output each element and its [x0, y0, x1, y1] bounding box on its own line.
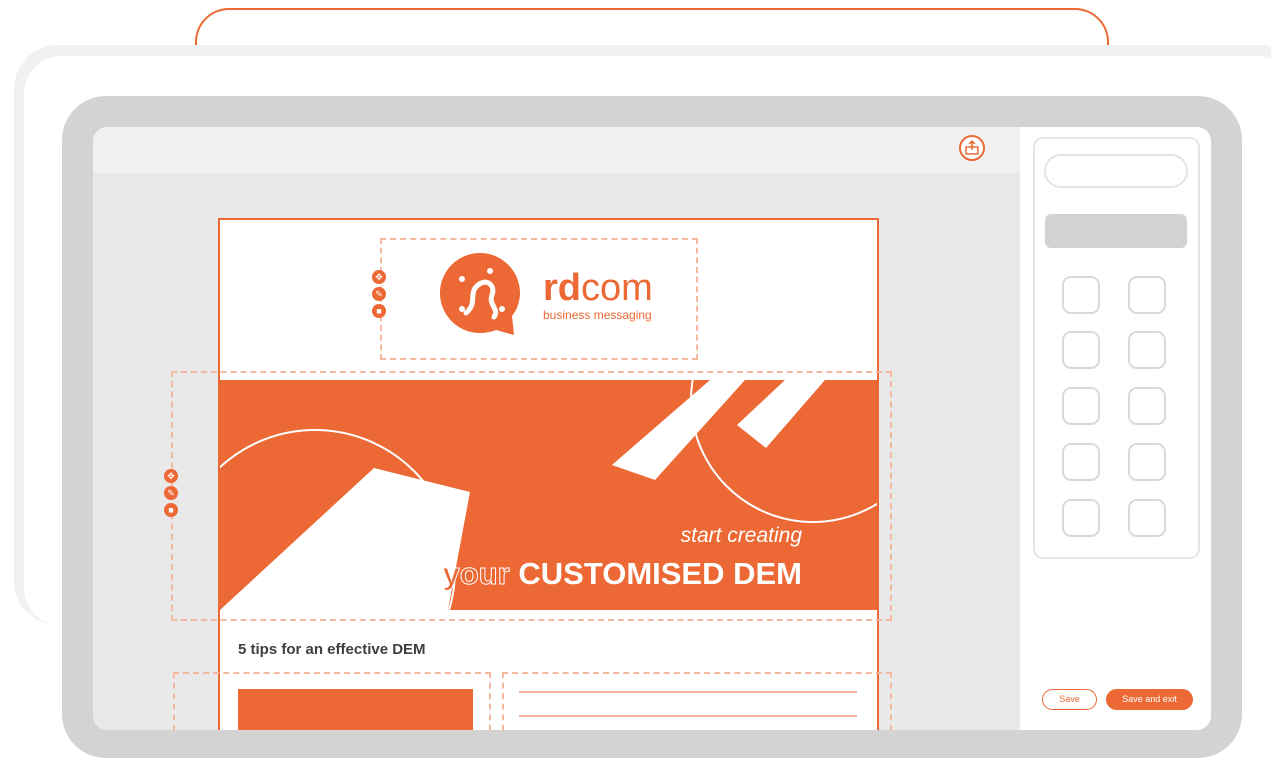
widget-tile[interactable]	[1128, 331, 1166, 369]
widget-tile[interactable]	[1128, 499, 1166, 537]
edit-icon[interactable]: ✎	[372, 287, 386, 301]
widget-tile[interactable]	[1128, 276, 1166, 314]
gecko-logo-icon	[440, 253, 520, 335]
upload-icon	[965, 139, 979, 155]
widgets-panel	[1033, 137, 1200, 559]
save-and-exit-button[interactable]: Save and exit	[1106, 689, 1193, 710]
delete-icon[interactable]: ■	[372, 304, 386, 318]
editor-topbar	[93, 127, 1020, 173]
edit-icon[interactable]: ✎	[164, 486, 178, 500]
article-title: 5 tips for an effective DEM	[238, 641, 426, 658]
brand-logo: rdcom business messaging	[438, 251, 688, 341]
brand-prefix: rd	[543, 267, 581, 309]
hero-block-outline[interactable]	[171, 371, 892, 621]
brand-suffix: com	[581, 267, 653, 309]
widget-tile[interactable]	[1062, 276, 1100, 314]
text-block-outline[interactable]	[502, 672, 892, 730]
editor-screen: ✥ ✎ ■ rdcom business messaging start cre…	[93, 127, 1211, 730]
image-placeholder	[238, 689, 473, 730]
hero-block-tools: ✥ ✎ ■	[164, 469, 178, 520]
sidebar-search-input[interactable]	[1044, 154, 1188, 188]
sidebar-bar[interactable]	[1045, 214, 1187, 248]
move-icon[interactable]: ✥	[372, 270, 386, 284]
brand-tagline: business messaging	[543, 308, 652, 322]
sidebar: Save Save and exit	[1020, 127, 1211, 730]
text-line	[519, 715, 857, 717]
save-button[interactable]: Save	[1042, 689, 1097, 710]
widget-tile[interactable]	[1062, 387, 1100, 425]
widget-tile[interactable]	[1062, 331, 1100, 369]
logo-block-tools: ✥ ✎ ■	[372, 270, 386, 321]
delete-icon[interactable]: ■	[164, 503, 178, 517]
move-icon[interactable]: ✥	[164, 469, 178, 483]
widget-tile[interactable]	[1128, 387, 1166, 425]
upload-button[interactable]	[959, 135, 985, 161]
widget-tile[interactable]	[1128, 443, 1166, 481]
widget-tile[interactable]	[1062, 443, 1100, 481]
text-line	[519, 691, 857, 693]
widget-tile[interactable]	[1062, 499, 1100, 537]
